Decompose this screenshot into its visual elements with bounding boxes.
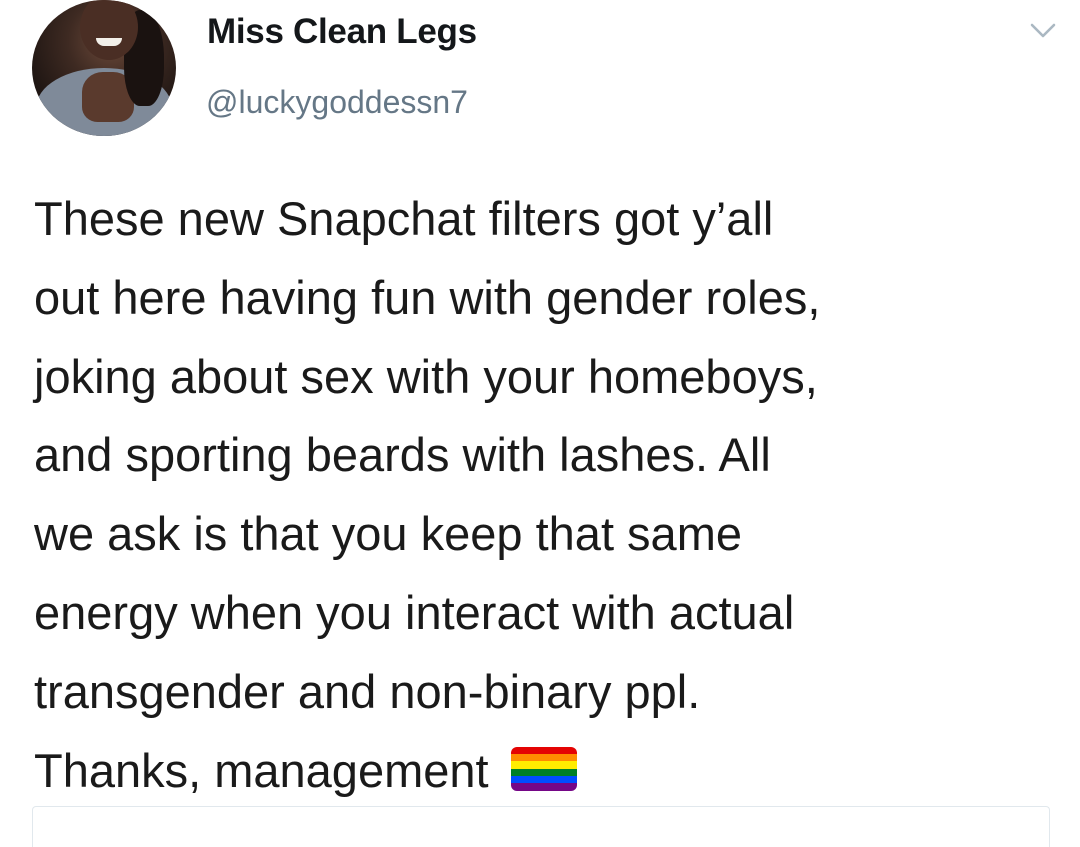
chevron-down-icon[interactable] — [1028, 18, 1058, 42]
tweet-text-last-line: Thanks, management — [34, 732, 1064, 811]
tweet-text-line: we ask is that you keep that same — [34, 507, 742, 561]
tweet-card: Miss Clean Legs @luckygoddessn7 These ne… — [0, 0, 1080, 847]
tweet-text: These new Snapchat filters got y’all out… — [34, 180, 1064, 810]
tweet-text-line: joking about sex with your homeboys, — [34, 349, 818, 403]
user-handle[interactable]: @luckygoddessn7 — [206, 84, 468, 121]
tweet-text-line: Thanks, management — [34, 743, 489, 797]
tweet-text-line: energy when you interact with actual — [34, 585, 795, 639]
avatar[interactable] — [32, 0, 176, 136]
avatar-smile — [96, 38, 122, 46]
display-name[interactable]: Miss Clean Legs — [207, 12, 477, 52]
tweet-text-line: and sporting beards with lashes. All — [34, 428, 771, 482]
embedded-card-edge — [32, 806, 1050, 847]
tweet-text-line: transgender and non-binary ppl. — [34, 664, 701, 718]
tweet-text-line: These new Snapchat filters got y’all — [34, 192, 774, 245]
rainbow-flag-icon — [510, 746, 577, 791]
tweet-text-line: out here having fun with gender roles, — [34, 270, 821, 324]
